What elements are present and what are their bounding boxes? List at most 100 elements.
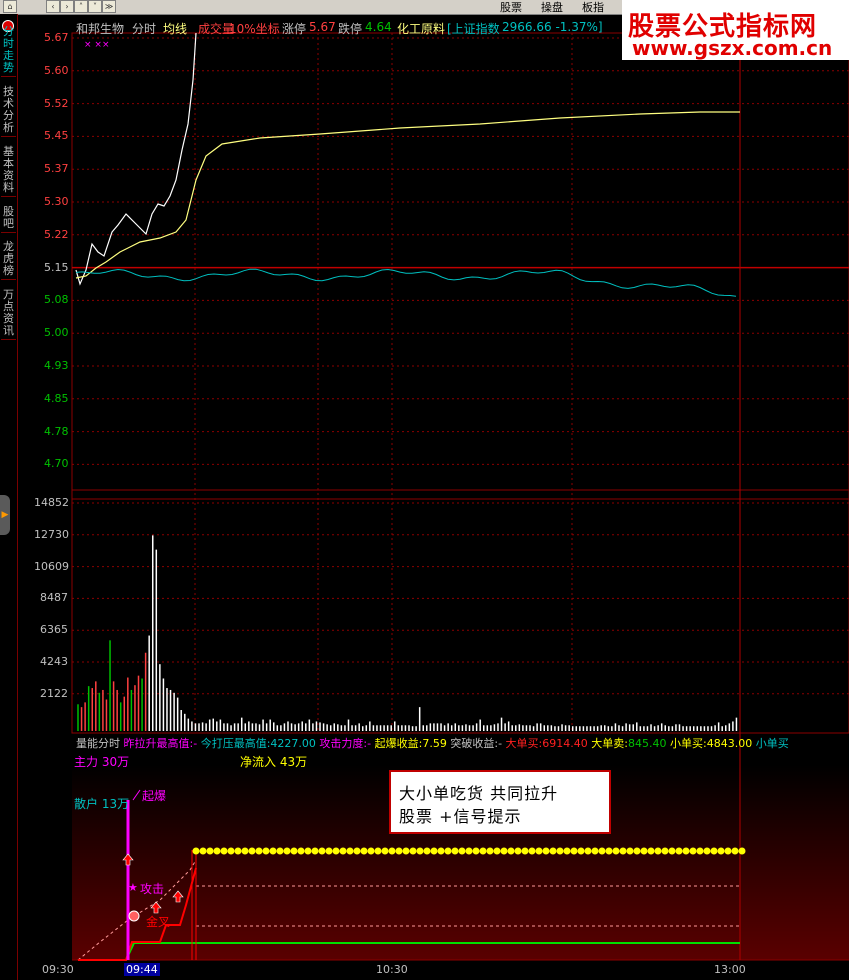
annotation-box: 大小单吃货 共同拉升 股票 +信号提示	[389, 770, 611, 834]
signal-jincha: 金叉	[146, 915, 171, 929]
yellow-chain-dot	[220, 847, 228, 855]
yellow-chain-dot	[360, 847, 368, 855]
price-tick: 5.45	[44, 129, 69, 143]
yellow-chain-dot	[696, 847, 704, 855]
time-tick-cursor: 09:44	[124, 963, 160, 976]
yellow-chain-dot	[521, 847, 529, 855]
volume-tick: 2122	[40, 686, 68, 700]
yellow-chain-dot	[640, 847, 648, 855]
price-tick: 4.85	[44, 391, 69, 405]
yellow-chain-dot	[199, 847, 207, 855]
yellow-chain-dot	[507, 847, 515, 855]
scale-label[interactable]: 10%坐标	[229, 20, 280, 37]
yellow-chain-dot	[577, 847, 585, 855]
yellow-chain-dot	[493, 847, 501, 855]
yellow-chain-dot	[192, 847, 200, 855]
annotation-line2: 股票 +信号提示	[399, 807, 522, 826]
site-logo: 股票公式指标网 www.gszx.com.cn	[622, 0, 849, 60]
yellow-chain-dot	[241, 847, 249, 855]
f8-value: 4843.00	[706, 737, 753, 750]
yellow-chain-dot	[402, 847, 410, 855]
yellow-chain-dot	[598, 847, 606, 855]
yellow-chain-dot	[612, 847, 620, 855]
yellow-chain-dot	[682, 847, 690, 855]
f5-value: -	[498, 737, 503, 750]
yellow-chain-dot	[528, 847, 536, 855]
signal-gongji: 攻击	[140, 882, 165, 896]
volume-tick: 12730	[34, 527, 69, 541]
price-tick: 5.30	[44, 195, 69, 208]
yellow-chain-dot	[563, 847, 571, 855]
yellow-chain-dot	[416, 847, 424, 855]
yellow-chain-dot	[304, 847, 312, 855]
yellow-chain-dot	[346, 847, 354, 855]
yellow-chain-dot	[262, 847, 270, 855]
yellow-chain-dot	[633, 847, 641, 855]
f3-value: -	[367, 737, 372, 750]
yellow-chain-dot	[276, 847, 284, 855]
retail-label: 散户 13万	[74, 797, 130, 811]
main-chart-border	[71, 32, 849, 734]
volume-tick: 6365	[40, 623, 68, 637]
yellow-chain-dot	[213, 847, 221, 855]
f8-label: 小单买:	[669, 737, 707, 750]
index-label: [上证指数	[447, 22, 500, 36]
sector-label[interactable]: 化工原料	[397, 20, 445, 37]
volume-tick: 8487	[40, 591, 68, 605]
yellow-chain-dot	[395, 847, 403, 855]
yellow-chain-dot	[444, 847, 452, 855]
f3-label: 攻击力度:	[319, 737, 368, 750]
f7-label: 大单卖:	[591, 737, 628, 750]
yellow-chain-dot	[248, 847, 256, 855]
chart-type-label[interactable]: 分时	[132, 20, 156, 37]
volume-tick: 4243	[40, 655, 68, 668]
star-icon: ★	[128, 881, 138, 894]
yellow-chain-dot	[556, 847, 564, 855]
f1-value: -	[193, 737, 198, 750]
price-tick: 4.78	[44, 424, 69, 438]
time-tick-1030: 10:30	[376, 963, 408, 976]
marker-x-icon: × ××	[84, 40, 110, 50]
index-line	[75, 268, 737, 297]
indicator-name: 量能分时	[76, 737, 120, 750]
yellow-chain-dot	[654, 847, 662, 855]
limit-down-label: 跌停	[338, 22, 363, 36]
avg-line-label: 均线	[163, 22, 188, 36]
yellow-chain-dot	[423, 847, 431, 855]
yellow-chain-dot	[710, 847, 718, 855]
yellow-chain-dot	[570, 847, 578, 855]
net-inflow-label: 净流入 43万	[240, 755, 308, 769]
yellow-chain-dot	[486, 847, 494, 855]
yellow-chain-dot	[689, 847, 697, 855]
yellow-chain-dot	[381, 847, 389, 855]
yellow-chain-dot	[619, 847, 627, 855]
yellow-chain-dot	[325, 847, 333, 855]
yellow-chain-dot	[675, 847, 683, 855]
volume-tick: 10609	[34, 559, 69, 573]
yellow-chain-dot	[584, 847, 592, 855]
yellow-chain-dot	[388, 847, 396, 855]
yellow-chain-dot	[255, 847, 263, 855]
time-tick-0930: 09:30	[42, 963, 74, 976]
yellow-chain-dot	[451, 847, 459, 855]
f4-value: 7.59	[422, 737, 447, 750]
yellow-chain-dot	[297, 847, 305, 855]
limit-down-value: 4.64	[365, 20, 392, 34]
price-tick: 5.60	[44, 63, 69, 77]
index-value: 2966.66 -1.37%]	[502, 20, 603, 34]
f9-label: 小单买	[755, 737, 789, 750]
yellow-chain-dot	[458, 847, 466, 855]
price-tick: 5.08	[44, 293, 69, 307]
yellow-chain-dot	[703, 847, 711, 855]
f1-label: 昨拉升最高值:	[123, 737, 194, 750]
price-tick: 5.67	[44, 31, 69, 44]
logo-line2: www.gszx.com.cn	[632, 36, 833, 60]
yellow-chain-dot	[283, 847, 291, 855]
yellow-chain-dot	[227, 847, 235, 855]
yellow-chain-dot	[437, 847, 445, 855]
yellow-chain-dot	[479, 847, 487, 855]
yellow-chain-dot	[206, 847, 214, 855]
yellow-chain-dot	[724, 847, 732, 855]
yellow-chain-dot	[626, 847, 634, 855]
price-tick: 5.22	[44, 227, 69, 241]
